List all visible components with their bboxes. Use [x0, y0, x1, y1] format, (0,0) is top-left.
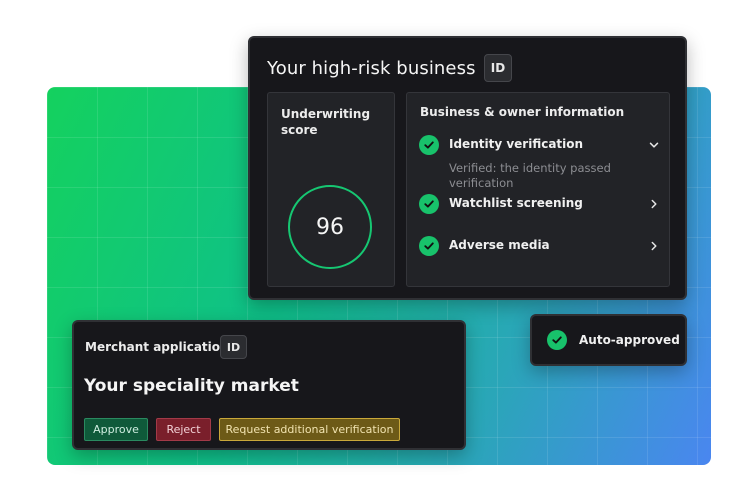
chevron-right-icon[interactable] [647, 239, 661, 253]
watchlist-screening-row[interactable]: Watchlist screening [419, 194, 661, 214]
identity-verification-note: Verified: the identity passed verificati… [449, 161, 611, 190]
auto-approved-label: Auto-approved [579, 333, 680, 347]
score-ring: 96 [288, 185, 372, 269]
business-owner-info-panel: Business & owner information Identity ve… [406, 92, 670, 287]
chevron-down-icon[interactable] [647, 138, 661, 152]
business-id-chip[interactable]: ID [484, 54, 512, 82]
underwriting-score-value: 96 [316, 214, 344, 240]
adverse-media-row[interactable]: Adverse media [419, 236, 661, 256]
underwriting-score-panel: Underwriting score 96 [267, 92, 395, 287]
identity-verification-row[interactable]: Identity verification [419, 135, 661, 155]
reject-button[interactable]: Reject [156, 418, 211, 441]
merchant-application-card: Merchant application ID Your speciality … [72, 320, 466, 450]
chevron-right-icon[interactable] [647, 197, 661, 211]
business-title: Your high-risk business [267, 58, 476, 79]
identity-verification-label: Identity verification [449, 137, 584, 151]
check-circle-icon [419, 194, 439, 214]
auto-approved-badge: Auto-approved [530, 314, 687, 366]
adverse-media-label: Adverse media [449, 238, 550, 252]
high-risk-business-card: Your high-risk business ID Underwriting … [248, 36, 687, 300]
merchant-id-chip[interactable]: ID [220, 335, 247, 359]
check-circle-icon [419, 236, 439, 256]
approve-button[interactable]: Approve [84, 418, 148, 441]
merchant-application-label: Merchant application [85, 340, 229, 354]
watchlist-screening-label: Watchlist screening [449, 196, 583, 210]
underwriting-score-label: Underwriting score [281, 107, 371, 137]
check-circle-icon [419, 135, 439, 155]
merchant-title: Your speciality market [84, 376, 299, 396]
info-panel-title: Business & owner information [420, 105, 625, 119]
check-circle-icon [547, 330, 567, 350]
stage: Your high-risk business ID Underwriting … [0, 0, 748, 501]
request-verification-button[interactable]: Request additional verification [219, 418, 400, 441]
